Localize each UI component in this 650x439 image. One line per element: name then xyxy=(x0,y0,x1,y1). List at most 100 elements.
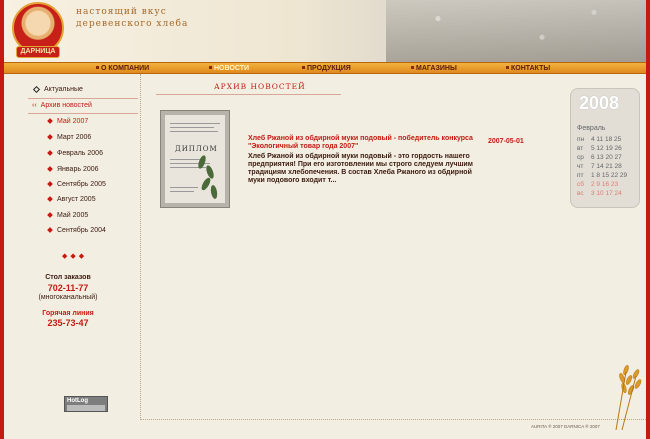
section-title: АРХИВ НОВОСТЕЙ xyxy=(156,82,341,95)
sidebar-month-sep-2004[interactable]: Сентябрь 2004 xyxy=(47,227,106,234)
footer-divider xyxy=(140,419,646,420)
bullet-icon xyxy=(47,118,53,124)
diamond-icon xyxy=(32,85,41,93)
sidebar: Актуальные ‹‹ Архив новостей Май 2007 Мар… xyxy=(4,74,138,422)
nav-bullet-icon xyxy=(209,66,212,70)
day-numbers[interactable]: 6 13 20 27 xyxy=(591,154,622,161)
nav-bullet-icon xyxy=(506,66,509,70)
nav-stores-label: МАГАЗИНЫ xyxy=(416,65,457,72)
nav-about[interactable]: О КОМПАНИИ xyxy=(96,63,149,74)
sidebar-month-label: Март 2006 xyxy=(57,134,92,141)
sidebar-month-label: Май 2005 xyxy=(57,212,89,219)
order-number: 702-11-77 xyxy=(47,283,89,293)
weekday-label: вт xyxy=(577,145,584,152)
sidebar-item-actual[interactable]: Актуальные xyxy=(32,85,83,93)
sidebar-month-label: Август 2005 xyxy=(57,196,96,203)
calendar-month: Февраль xyxy=(577,125,606,132)
diploma-paper: ДИПЛОМ xyxy=(165,115,225,203)
order-note: (многоканальный) xyxy=(38,294,98,301)
sidebar-item-actual-label: Актуальные xyxy=(44,86,83,93)
text-line xyxy=(170,127,214,128)
sidebar-item-archive[interactable]: ‹‹ Архив новостей xyxy=(32,102,92,109)
footer-copyright: AURITA ® 2007 DARNICA ® 2007 xyxy=(531,424,600,429)
hotlog-counter[interactable]: HotLog xyxy=(64,396,108,412)
day-numbers[interactable]: 2 9 16 23 xyxy=(591,181,618,188)
bullet-icon xyxy=(47,166,53,172)
sidebar-month-feb-2006[interactable]: Февраль 2006 xyxy=(47,150,103,157)
header: ДАРНИЦА настоящий вкус деревенского хлеб… xyxy=(4,0,646,62)
text-line xyxy=(170,159,200,160)
day-numbers[interactable]: 3 10 17 24 xyxy=(591,190,622,197)
diploma-title: ДИПЛОМ xyxy=(175,145,218,153)
arrows-icon: ‹‹ xyxy=(32,102,37,109)
weekday-label: ср xyxy=(577,154,584,161)
sidebar-item-archive-label: Архив новостей xyxy=(40,102,92,109)
ornament-icon: ◆◆◆ xyxy=(62,253,88,260)
bullet-icon xyxy=(47,212,53,218)
sidebar-month-may-2007[interactable]: Май 2007 xyxy=(47,118,89,125)
sidebar-month-may-2005[interactable]: Май 2005 xyxy=(47,212,89,219)
day-numbers[interactable]: 4 11 18 25 xyxy=(591,136,621,143)
bullet-icon xyxy=(47,150,53,156)
main-nav: О КОМПАНИИ НОВОСТИ ПРОДУКЦИЯ МАГАЗИНЫ КО… xyxy=(4,62,646,74)
counter-bar xyxy=(67,405,105,411)
nav-bullet-icon xyxy=(411,66,414,70)
divider xyxy=(28,113,138,114)
divider xyxy=(28,98,138,99)
logo[interactable]: ДАРНИЦА xyxy=(8,2,68,60)
weekday-label: пт xyxy=(577,172,584,179)
text-line xyxy=(170,187,198,188)
weekday-label: вс xyxy=(577,190,584,197)
nav-products[interactable]: ПРОДУКЦИЯ xyxy=(302,63,351,74)
text-line xyxy=(170,191,194,192)
sidebar-month-sep-2005[interactable]: Сентябрь 2005 xyxy=(47,181,106,188)
day-numbers[interactable]: 1 8 15 22 29 xyxy=(591,172,627,179)
hotline-number: 235-73-47 xyxy=(47,318,89,328)
day-numbers[interactable]: 7 14 21 28 xyxy=(591,163,622,170)
diploma-image[interactable]: ДИПЛОМ xyxy=(160,110,230,208)
calendar-widget: 2008 Февраль пн 4 11 18 25 вт 5 12 19 26 с… xyxy=(570,88,640,208)
sidebar-month-label: Сентябрь 2004 xyxy=(57,227,106,234)
tagline-line2: деревенского хлеба xyxy=(76,19,189,29)
wheat-icon xyxy=(615,365,642,430)
sidebar-month-mar-2006[interactable]: Март 2006 xyxy=(47,134,92,141)
leaf-icon xyxy=(209,184,219,200)
nav-bullet-icon xyxy=(96,66,99,70)
bullet-icon xyxy=(47,196,53,202)
order-label: Стол заказов xyxy=(45,274,91,281)
logo-text: ДАРНИЦА xyxy=(16,46,60,58)
weekday-label: пн xyxy=(577,136,585,143)
nav-contacts[interactable]: КОНТАКТЫ xyxy=(506,63,550,74)
sidebar-month-label: Сентябрь 2005 xyxy=(57,181,106,188)
text-line xyxy=(170,131,218,132)
tagline-line1: настоящий вкус xyxy=(76,7,167,17)
news-date: 2007-05-01 xyxy=(488,138,524,145)
nav-stores[interactable]: МАГАЗИНЫ xyxy=(411,63,457,74)
text-line xyxy=(170,123,220,124)
hotline-label: Горячая линия xyxy=(42,310,94,317)
counter-label: HotLog xyxy=(67,398,88,404)
bullet-icon xyxy=(47,227,53,233)
nav-contacts-label: КОНТАКТЫ xyxy=(511,65,551,72)
sidebar-month-label: Май 2007 xyxy=(57,118,89,125)
nav-about-label: О КОМПАНИИ xyxy=(101,65,150,72)
bullet-icon xyxy=(47,181,53,187)
page-frame: ДАРНИЦА настоящий вкус деревенского хлеб… xyxy=(4,0,646,439)
sidebar-month-jan-2006[interactable]: Январь 2006 xyxy=(47,166,99,173)
calendar-year: 2008 xyxy=(579,93,620,113)
nav-news-label: НОВОСТИ xyxy=(214,65,250,72)
header-rain-image xyxy=(386,0,646,62)
day-numbers[interactable]: 5 12 19 26 xyxy=(591,145,622,152)
weekday-label: чт xyxy=(577,163,584,170)
sidebar-month-label: Январь 2006 xyxy=(57,166,99,173)
content-divider xyxy=(140,74,141,420)
nav-news[interactable]: НОВОСТИ xyxy=(209,63,249,74)
tagline: настоящий вкус деревенского хлеба xyxy=(76,6,188,30)
sidebar-month-aug-2005[interactable]: Август 2005 xyxy=(47,196,96,203)
bullet-icon xyxy=(47,134,53,140)
weekday-label: сб xyxy=(577,181,584,188)
news-excerpt: Хлеб Ржаной из обдирной муки подовый - э… xyxy=(248,153,473,184)
news-title-link[interactable]: Хлеб Ржаной из обдирной муки подовый - п… xyxy=(248,135,478,151)
sidebar-month-label: Февраль 2006 xyxy=(57,150,103,157)
nav-products-label: ПРОДУКЦИЯ xyxy=(307,65,351,72)
